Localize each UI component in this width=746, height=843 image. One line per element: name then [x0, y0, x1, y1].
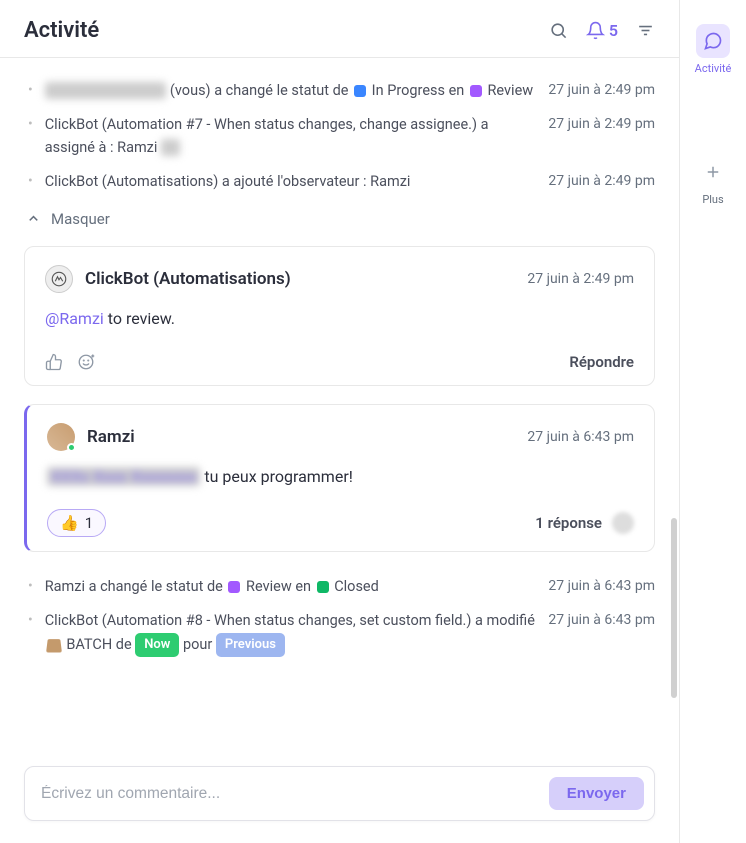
bot-icon	[50, 270, 68, 288]
thread-count[interactable]: 1 réponse	[535, 514, 602, 532]
comment-card-bot: ClickBot (Automatisations) 27 juin à 2:4…	[24, 246, 655, 386]
status-dot-review	[470, 85, 482, 97]
presence-indicator	[67, 443, 76, 452]
user-mention[interactable]: @Ramzi	[45, 309, 104, 328]
redacted-text: x	[161, 139, 180, 156]
activity-item: Ramzi a changé le statut de Review en Cl…	[24, 570, 655, 604]
comment-author: ClickBot (Automatisations)	[85, 269, 527, 289]
reaction-emoji: 👍	[60, 514, 79, 532]
status-dot-review	[228, 581, 240, 593]
chevron-up-icon	[26, 211, 41, 226]
comment-input[interactable]	[41, 785, 549, 803]
comment-card-user: Ramzi 27 juin à 6:43 pm XXXx Xxxx Xxxxxx…	[24, 404, 655, 552]
activity-item: ClickBot (Automation #8 - When status ch…	[24, 604, 655, 663]
thread-participant-avatar	[612, 512, 634, 534]
bot-avatar	[45, 265, 73, 293]
redacted-user: Xx Xxxx Xxxxxxxx	[45, 82, 167, 99]
emoji-add-icon	[77, 353, 95, 371]
notification-count: 5	[609, 21, 618, 40]
emoji-button[interactable]	[77, 353, 95, 371]
plus-icon	[704, 163, 722, 181]
notifications-button[interactable]: 5	[586, 21, 618, 40]
comment-composer: Envoyer	[0, 750, 679, 843]
activity-list-bottom: Ramzi a changé le statut de Review en Cl…	[24, 570, 655, 663]
badge-now: Now	[135, 633, 179, 657]
activity-timestamp: 27 juin à 2:49 pm	[548, 80, 655, 102]
batch-icon	[46, 639, 62, 652]
status-dot-closed	[317, 581, 329, 593]
activity-timestamp: 27 juin à 6:43 pm	[548, 610, 655, 632]
send-button[interactable]: Envoyer	[549, 777, 644, 810]
search-button[interactable]	[549, 21, 568, 40]
panel-title: Activité	[24, 18, 549, 43]
rail-activity-label: Activité	[695, 62, 732, 75]
comment-body: XXXx Xxxx Xxxxxxxx tu peux programmer!	[47, 465, 634, 489]
reply-button[interactable]: Répondre	[569, 353, 634, 371]
right-rail: Activité Plus	[680, 0, 746, 843]
activity-item: ClickBot (Automation #7 - When status ch…	[24, 108, 655, 165]
filter-button[interactable]	[636, 21, 655, 40]
activity-timestamp: 27 juin à 6:43 pm	[548, 576, 655, 598]
filter-icon	[636, 21, 655, 40]
reaction-pill[interactable]: 👍 1	[47, 509, 106, 537]
rail-more-button[interactable]: Plus	[696, 149, 730, 212]
search-icon	[549, 21, 568, 40]
status-dot-inprogress	[354, 85, 366, 97]
activity-feed[interactable]: Xx Xxxx Xxxxxxxx (vous) a changé le stat…	[0, 58, 679, 750]
collapse-button[interactable]: Masquer	[24, 200, 655, 246]
scrollbar[interactable]	[671, 518, 677, 698]
badge-previous: Previous	[216, 633, 285, 657]
comment-body: @Ramzi to review.	[45, 307, 634, 331]
comment-timestamp: 27 juin à 2:49 pm	[527, 271, 634, 287]
chat-icon	[703, 31, 723, 51]
activity-panel: Activité 5 Xx Xxxx Xxxxxxxx (vous) a cha…	[0, 0, 680, 843]
thumbs-up-icon	[45, 353, 63, 371]
like-button[interactable]	[45, 353, 63, 371]
reaction-count: 1	[85, 514, 93, 532]
activity-list-top: Xx Xxxx Xxxxxxxx (vous) a changé le stat…	[24, 74, 655, 200]
activity-timestamp: 27 juin à 2:49 pm	[548, 171, 655, 193]
activity-item: Xx Xxxx Xxxxxxxx (vous) a changé le stat…	[24, 74, 655, 108]
comment-author: Ramzi	[87, 427, 527, 447]
user-avatar	[47, 423, 75, 451]
activity-item: ClickBot (Automatisations) a ajouté l'ob…	[24, 165, 655, 199]
redacted-mention: XXXx Xxxx Xxxxxxxx	[47, 467, 200, 486]
rail-more-label: Plus	[702, 193, 723, 206]
header-actions: 5	[549, 21, 655, 40]
rail-activity-button[interactable]: Activité	[695, 18, 732, 81]
bell-icon	[586, 21, 605, 40]
activity-timestamp: 27 juin à 2:49 pm	[548, 114, 655, 136]
panel-header: Activité 5	[0, 0, 679, 58]
comment-timestamp: 27 juin à 6:43 pm	[527, 429, 634, 445]
